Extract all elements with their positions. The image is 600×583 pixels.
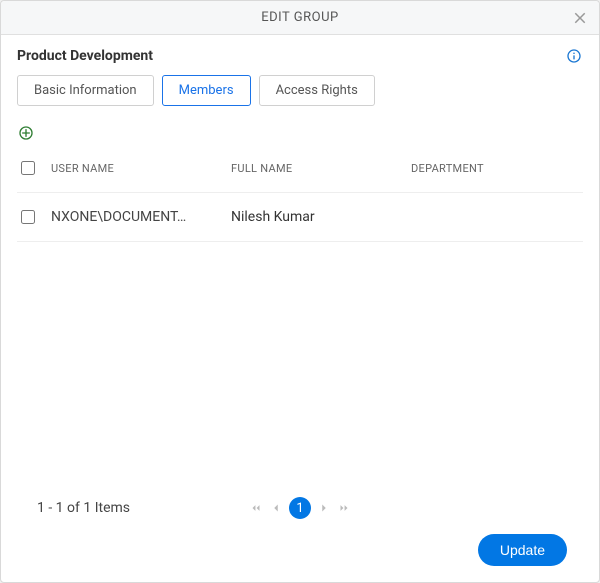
header-username: USER NAME <box>51 162 231 175</box>
info-icon[interactable] <box>565 47 583 65</box>
first-page-icon[interactable] <box>249 501 263 515</box>
page-number[interactable]: 1 <box>289 497 311 519</box>
dialog-body: Product Development Basic Information Me… <box>1 35 599 582</box>
edit-group-dialog: EDIT GROUP Product Development Basic Inf… <box>0 0 600 583</box>
tab-access-rights[interactable]: Access Rights <box>259 75 375 106</box>
table-header: USER NAME FULL NAME DEPARTMENT <box>17 154 583 193</box>
dialog-footer: Update <box>17 534 583 582</box>
header-department: DEPARTMENT <box>411 162 583 175</box>
tab-members[interactable]: Members <box>162 75 251 106</box>
pager: 1 - 1 of 1 Items 1 <box>17 500 583 534</box>
row-checkbox[interactable] <box>21 210 35 224</box>
group-name: Product Development <box>17 48 153 64</box>
page-controls: 1 <box>249 497 351 519</box>
next-page-icon[interactable] <box>317 501 331 515</box>
last-page-icon[interactable] <box>337 501 351 515</box>
update-button[interactable]: Update <box>478 534 567 566</box>
group-header: Product Development <box>17 47 583 65</box>
members-table: USER NAME FULL NAME DEPARTMENT NXONE\DOC… <box>17 154 583 242</box>
select-all-checkbox[interactable] <box>21 161 35 175</box>
cell-fullname: Nilesh Kumar <box>231 209 411 225</box>
add-member-icon[interactable] <box>17 124 35 142</box>
page-status: 1 - 1 of 1 Items <box>37 500 130 516</box>
tabs: Basic Information Members Access Rights <box>17 75 583 106</box>
tab-basic-information[interactable]: Basic Information <box>17 75 154 106</box>
dialog-title: EDIT GROUP <box>261 10 338 25</box>
header-fullname: FULL NAME <box>231 162 411 175</box>
spacer <box>17 242 583 500</box>
table-row[interactable]: NXONE\DOCUMENT… Nilesh Kumar <box>17 193 583 242</box>
prev-page-icon[interactable] <box>269 501 283 515</box>
close-icon[interactable] <box>569 7 591 29</box>
dialog-header: EDIT GROUP <box>1 1 599 35</box>
cell-username: NXONE\DOCUMENT… <box>51 209 231 225</box>
